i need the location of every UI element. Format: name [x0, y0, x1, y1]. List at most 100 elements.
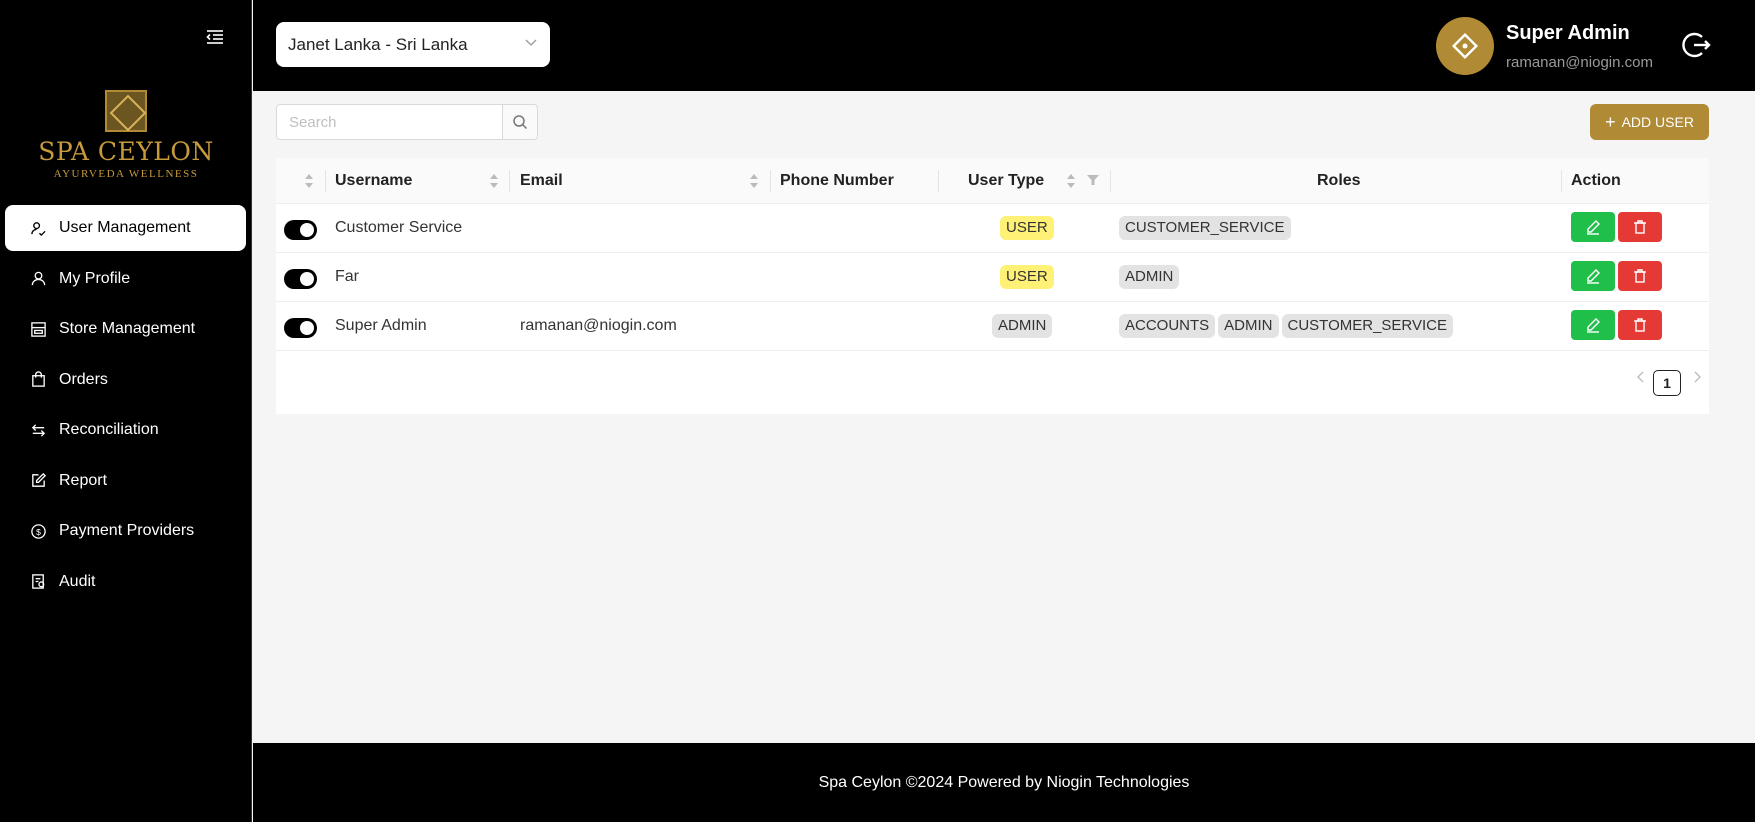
delete-button[interactable] — [1618, 212, 1662, 242]
store-select-value: Janet Lanka - Sri Lanka — [288, 34, 468, 54]
trash-icon — [1634, 220, 1646, 234]
sidebar-item-label: Audit — [59, 572, 96, 590]
pencil-icon — [1587, 318, 1600, 333]
email-cell: ramanan@niogin.com — [520, 317, 677, 334]
role-tag: ADMIN — [1119, 265, 1180, 289]
role-tag: ACCOUNTS — [1119, 314, 1216, 338]
user-enabled-toggle[interactable] — [284, 318, 317, 338]
dollar-circle-icon: $ — [29, 522, 47, 540]
column-user-type[interactable]: User Type — [968, 158, 1044, 204]
role-tag: CUSTOMER_SERVICE — [1281, 314, 1454, 338]
username-cell: Far — [335, 268, 359, 285]
sidebar-item-orders[interactable]: Orders — [5, 357, 246, 403]
edit-note-icon — [29, 472, 47, 490]
users-icon — [29, 219, 47, 237]
user-type-cell: USER — [1000, 204, 1057, 252]
logout-icon[interactable] — [1680, 29, 1712, 61]
table-row: Customer Service USER CUSTOMER_SERVICE — [276, 204, 1709, 253]
pagination-page[interactable]: 1 — [1653, 370, 1681, 396]
column-roles: Roles — [1317, 172, 1361, 189]
column-separator — [325, 170, 326, 192]
sidebar-item-label: Report — [59, 471, 108, 489]
filter-icon[interactable] — [1087, 174, 1099, 186]
roles-cell: ACCOUNTS ADMIN CUSTOMER_SERVICE — [1119, 302, 1456, 350]
pencil-icon — [1587, 220, 1600, 235]
sidebar-item-label: Store Management — [59, 320, 196, 337]
sort-icon[interactable] — [304, 173, 314, 189]
table-row: Far USER ADMIN — [276, 253, 1709, 302]
column-phone-number: Phone Number — [780, 172, 894, 189]
chevron-down-icon — [524, 34, 538, 48]
column-separator — [509, 170, 510, 192]
user-type-cell: USER — [1000, 253, 1057, 301]
sidebar: SPA CEYLON AYURVEDA WELLNESS User Manage… — [0, 0, 252, 822]
sidebar-item-label: Payment Providers — [59, 522, 195, 539]
sort-icon[interactable] — [1066, 173, 1076, 189]
username-cell: Super Admin — [335, 317, 427, 334]
column-separator — [1110, 170, 1111, 192]
pencil-icon — [1587, 269, 1600, 284]
brand-title: SPA CEYLON — [38, 137, 214, 166]
sidebar-item-user-management[interactable]: User Management — [5, 205, 246, 251]
column-action: Action — [1571, 172, 1621, 189]
column-separator — [770, 170, 771, 192]
footer-text: Spa Ceylon ©2024 Powered by Niogin Techn… — [818, 773, 1190, 791]
shopping-bag-icon — [29, 371, 47, 389]
user-enabled-toggle[interactable] — [284, 269, 317, 289]
store-select[interactable]: Janet Lanka - Sri Lanka — [276, 22, 550, 67]
user-enabled-toggle[interactable] — [284, 220, 317, 240]
user-type-badge: USER — [1000, 265, 1054, 289]
pagination-prev-icon[interactable] — [1634, 370, 1648, 384]
sidebar-item-my-profile[interactable]: My Profile — [5, 256, 246, 302]
user-name: Super Admin — [1506, 22, 1630, 44]
sidebar-item-report[interactable]: Report — [5, 458, 246, 504]
user-type-badge: USER — [1000, 216, 1054, 240]
sidebar-nav: User Management My Profile Store Managem… — [5, 205, 246, 609]
sidebar-item-payment-providers[interactable]: $ Payment Providers — [5, 508, 246, 554]
menu-collapse-icon[interactable] — [204, 26, 226, 48]
sort-icon[interactable] — [489, 173, 499, 189]
sidebar-item-audit[interactable]: Audit — [5, 559, 246, 605]
avatar[interactable] — [1436, 17, 1494, 75]
roles-cell: ADMIN — [1119, 253, 1182, 301]
column-email[interactable]: Email — [520, 158, 563, 204]
user-email: ramanan@niogin.com — [1506, 54, 1653, 71]
sidebar-item-reconciliation[interactable]: Reconciliation — [5, 407, 246, 453]
sidebar-item-label: My Profile — [59, 269, 131, 287]
sidebar-item-store-management[interactable]: Store Management — [5, 306, 246, 352]
column-separator — [1561, 170, 1562, 192]
search-input[interactable] — [276, 104, 503, 140]
footer: Spa Ceylon ©2024 Powered by Niogin Techn… — [253, 743, 1755, 822]
sidebar-item-label: User Management — [59, 219, 191, 236]
brand-emblem-icon — [105, 90, 147, 132]
add-user-label: ADD USER — [1621, 114, 1694, 130]
brand-logo: SPA CEYLON AYURVEDA WELLNESS — [0, 90, 252, 180]
edit-button[interactable] — [1571, 212, 1615, 242]
store-icon — [29, 320, 47, 338]
delete-button[interactable] — [1618, 310, 1662, 340]
table-header: Username Email Phone Number User Type Ro… — [276, 158, 1709, 204]
trash-icon — [1634, 318, 1646, 332]
sort-icon[interactable] — [749, 173, 759, 189]
roles-cell: CUSTOMER_SERVICE — [1119, 204, 1294, 252]
delete-button[interactable] — [1618, 261, 1662, 291]
pagination-next-icon[interactable] — [1690, 370, 1704, 384]
table-row: Super Admin ramanan@niogin.com ADMIN ACC… — [276, 302, 1709, 351]
column-username[interactable]: Username — [335, 158, 412, 204]
username-cell: Customer Service — [335, 219, 463, 236]
edit-button[interactable] — [1571, 310, 1615, 340]
column-separator — [938, 170, 939, 192]
add-user-button[interactable]: + ADD USER — [1590, 104, 1709, 140]
search-button[interactable] — [502, 104, 538, 140]
role-tag: ADMIN — [1218, 314, 1279, 338]
sidebar-item-label: Orders — [59, 370, 108, 388]
user-type-cell: ADMIN — [992, 302, 1055, 350]
edit-button[interactable] — [1571, 261, 1615, 291]
brand-subtitle: AYURVEDA WELLNESS — [53, 168, 199, 180]
trash-icon — [1634, 269, 1646, 283]
top-header: Janet Lanka - Sri Lanka Super Admin rama… — [253, 0, 1755, 91]
user-icon — [29, 270, 47, 288]
sidebar-item-label: Reconciliation — [59, 421, 159, 438]
user-type-badge: ADMIN — [992, 314, 1053, 338]
swap-icon — [29, 421, 47, 439]
